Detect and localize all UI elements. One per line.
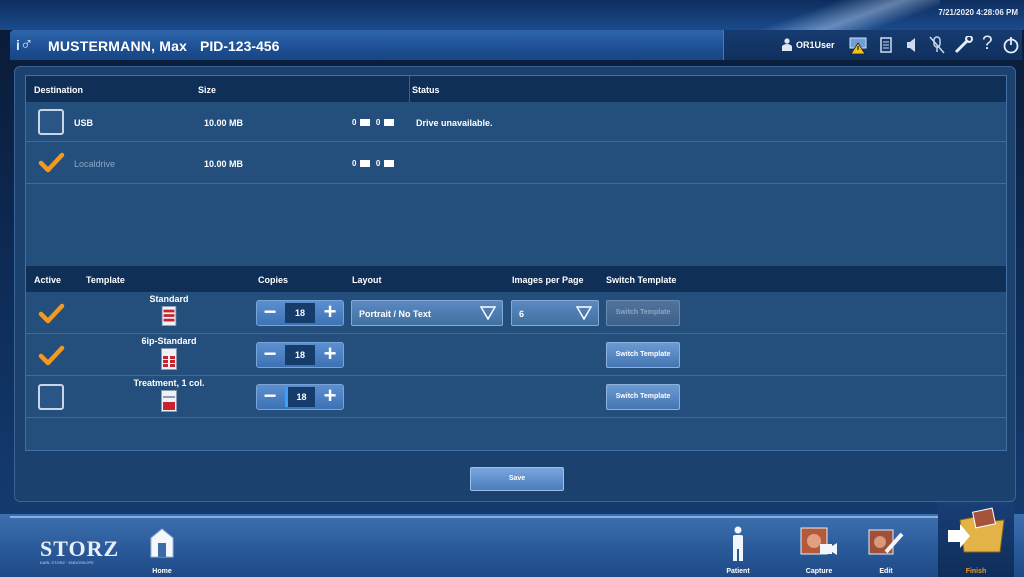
video-icon — [383, 160, 394, 168]
patient-name: MUSTERMANN, Max — [48, 38, 188, 54]
export-content: Destination Size Status USB 10.00 MB 0 0… — [25, 75, 1007, 451]
male-gender-icon: i♂ — [16, 34, 34, 54]
user-name[interactable]: OR1User — [796, 40, 835, 50]
help-icon[interactable]: ? — [982, 33, 993, 55]
copies-stepper[interactable]: − 18 + — [256, 300, 344, 326]
copies-stepper[interactable]: − 18 + — [256, 342, 344, 368]
chevron-down-icon — [576, 306, 592, 320]
column-divider — [409, 76, 410, 102]
capture-icon — [800, 527, 837, 555]
bottom-navigation: STORZ KARL STORZ · ENDOSKOPE Home Patien… — [0, 502, 1024, 577]
destination-size: 10.00 MB — [204, 118, 244, 128]
template-table-header: Active Template Copies Layout Images per… — [26, 266, 1006, 292]
template-name: Standard — [149, 294, 189, 304]
col-active: Active — [34, 275, 62, 285]
col-switch-template: Switch Template — [606, 275, 677, 285]
edit-icon — [868, 529, 904, 555]
active-checkbox[interactable] — [38, 384, 64, 410]
copies-stepper[interactable]: − 18 + — [256, 384, 344, 410]
nav-home[interactable]: Home — [140, 514, 184, 577]
decrement-button[interactable]: − — [257, 385, 283, 409]
status-toolbar: OR1User ? — [723, 30, 1022, 60]
template-name: Treatment, 1 col. — [133, 378, 205, 388]
template-document-icon — [161, 390, 177, 412]
nav-label: Home — [152, 568, 172, 575]
active-checkbox-checked[interactable] — [37, 342, 65, 370]
volume-icon[interactable] — [906, 38, 918, 52]
chevron-down-icon — [480, 306, 496, 320]
layout-select[interactable]: Portrait / No Text — [351, 300, 503, 326]
network-warning-icon[interactable] — [848, 35, 870, 55]
decrement-button[interactable]: − — [257, 301, 283, 325]
media-counts: 0 0 — [352, 159, 394, 168]
power-icon[interactable] — [1002, 36, 1020, 54]
col-template: Template — [86, 275, 125, 285]
switch-template-button[interactable]: Switch Template — [606, 342, 680, 368]
media-counts: 0 0 — [352, 118, 394, 127]
nav-patient[interactable]: Patient — [718, 514, 758, 577]
template-row: Treatment, 1 col. − 18 + Switch Template — [26, 376, 1006, 418]
image-icon — [359, 119, 370, 127]
storz-logo: STORZ KARL STORZ · ENDOSKOPE — [40, 536, 120, 565]
switch-template-button[interactable]: Switch Template — [606, 300, 680, 326]
increment-button[interactable]: + — [317, 343, 343, 367]
template-row: 6ip-Standard − 18 + Switch Template — [26, 334, 1006, 376]
video-icon — [383, 119, 394, 127]
patient-icon — [733, 526, 743, 561]
col-status: Status — [412, 85, 440, 95]
finish-folder-icon — [948, 507, 1005, 553]
copies-value: 18 — [285, 303, 315, 323]
col-size: Size — [198, 85, 217, 95]
bar-highlight — [760, 0, 940, 30]
col-images-per-page: Images per Page — [512, 275, 584, 285]
template-document-icon — [161, 306, 177, 326]
destination-size: 10.00 MB — [204, 159, 244, 169]
decrement-button[interactable]: − — [257, 343, 283, 367]
export-panel: Destination Size Status USB 10.00 MB 0 0… — [14, 66, 1016, 502]
increment-button[interactable]: + — [317, 301, 343, 325]
nav-label: Patient — [726, 568, 750, 575]
active-checkbox-checked[interactable] — [37, 300, 65, 328]
nav-capture[interactable]: Capture — [792, 514, 846, 577]
destination-table-header: Destination Size Status — [26, 76, 1006, 102]
image-icon — [359, 160, 370, 168]
copies-value: 18 — [285, 345, 315, 365]
increment-button[interactable]: + — [317, 385, 343, 409]
images-per-page-select[interactable]: 6 — [511, 300, 599, 326]
layout-value: Portrait / No Text — [359, 309, 431, 319]
nav-edit[interactable]: Edit — [862, 514, 910, 577]
images-per-page-value: 6 — [519, 309, 525, 319]
template-document-icon — [161, 348, 177, 370]
nav-label: Finish — [965, 568, 987, 575]
patient-id: PID-123-456 — [200, 38, 280, 54]
destination-row-usb: USB 10.00 MB 0 0 Drive unavailable. — [26, 102, 1006, 142]
destination-name: USB — [74, 118, 94, 128]
save-button[interactable]: Save — [470, 467, 564, 491]
home-icon — [150, 528, 174, 558]
patient-bar: i♂ MUSTERMANN, Max PID-123-456 OR1User ? — [10, 30, 1022, 60]
storage-icon[interactable] — [880, 37, 892, 53]
copies-value: 18 — [285, 387, 315, 407]
destination-name: Localdrive — [74, 159, 116, 169]
destination-status: Drive unavailable. — [416, 118, 493, 128]
nav-label: Edit — [879, 568, 893, 575]
col-layout: Layout — [352, 275, 382, 285]
col-copies: Copies — [258, 275, 289, 285]
switch-template-button[interactable]: Switch Template — [606, 384, 680, 410]
mute-icon[interactable] — [929, 36, 945, 54]
system-bar: 7/21/2020 4:28:06 PM — [0, 0, 1024, 30]
destination-row-localdrive: Localdrive 10.00 MB 0 0 — [26, 142, 1006, 184]
col-destination: Destination — [34, 85, 84, 95]
template-row: Standard − 18 + Portrait / No Text 6 Swi… — [26, 292, 1006, 334]
usb-checkbox[interactable] — [38, 109, 64, 135]
date-time: 7/21/2020 4:28:06 PM — [938, 8, 1018, 17]
nav-label: Capture — [805, 568, 833, 575]
template-name: 6ip-Standard — [141, 336, 197, 346]
user-icon — [782, 38, 792, 51]
tools-icon[interactable] — [954, 36, 974, 54]
localdrive-checkbox-checked[interactable] — [37, 149, 65, 177]
nav-finish[interactable]: Finish — [938, 502, 1014, 577]
